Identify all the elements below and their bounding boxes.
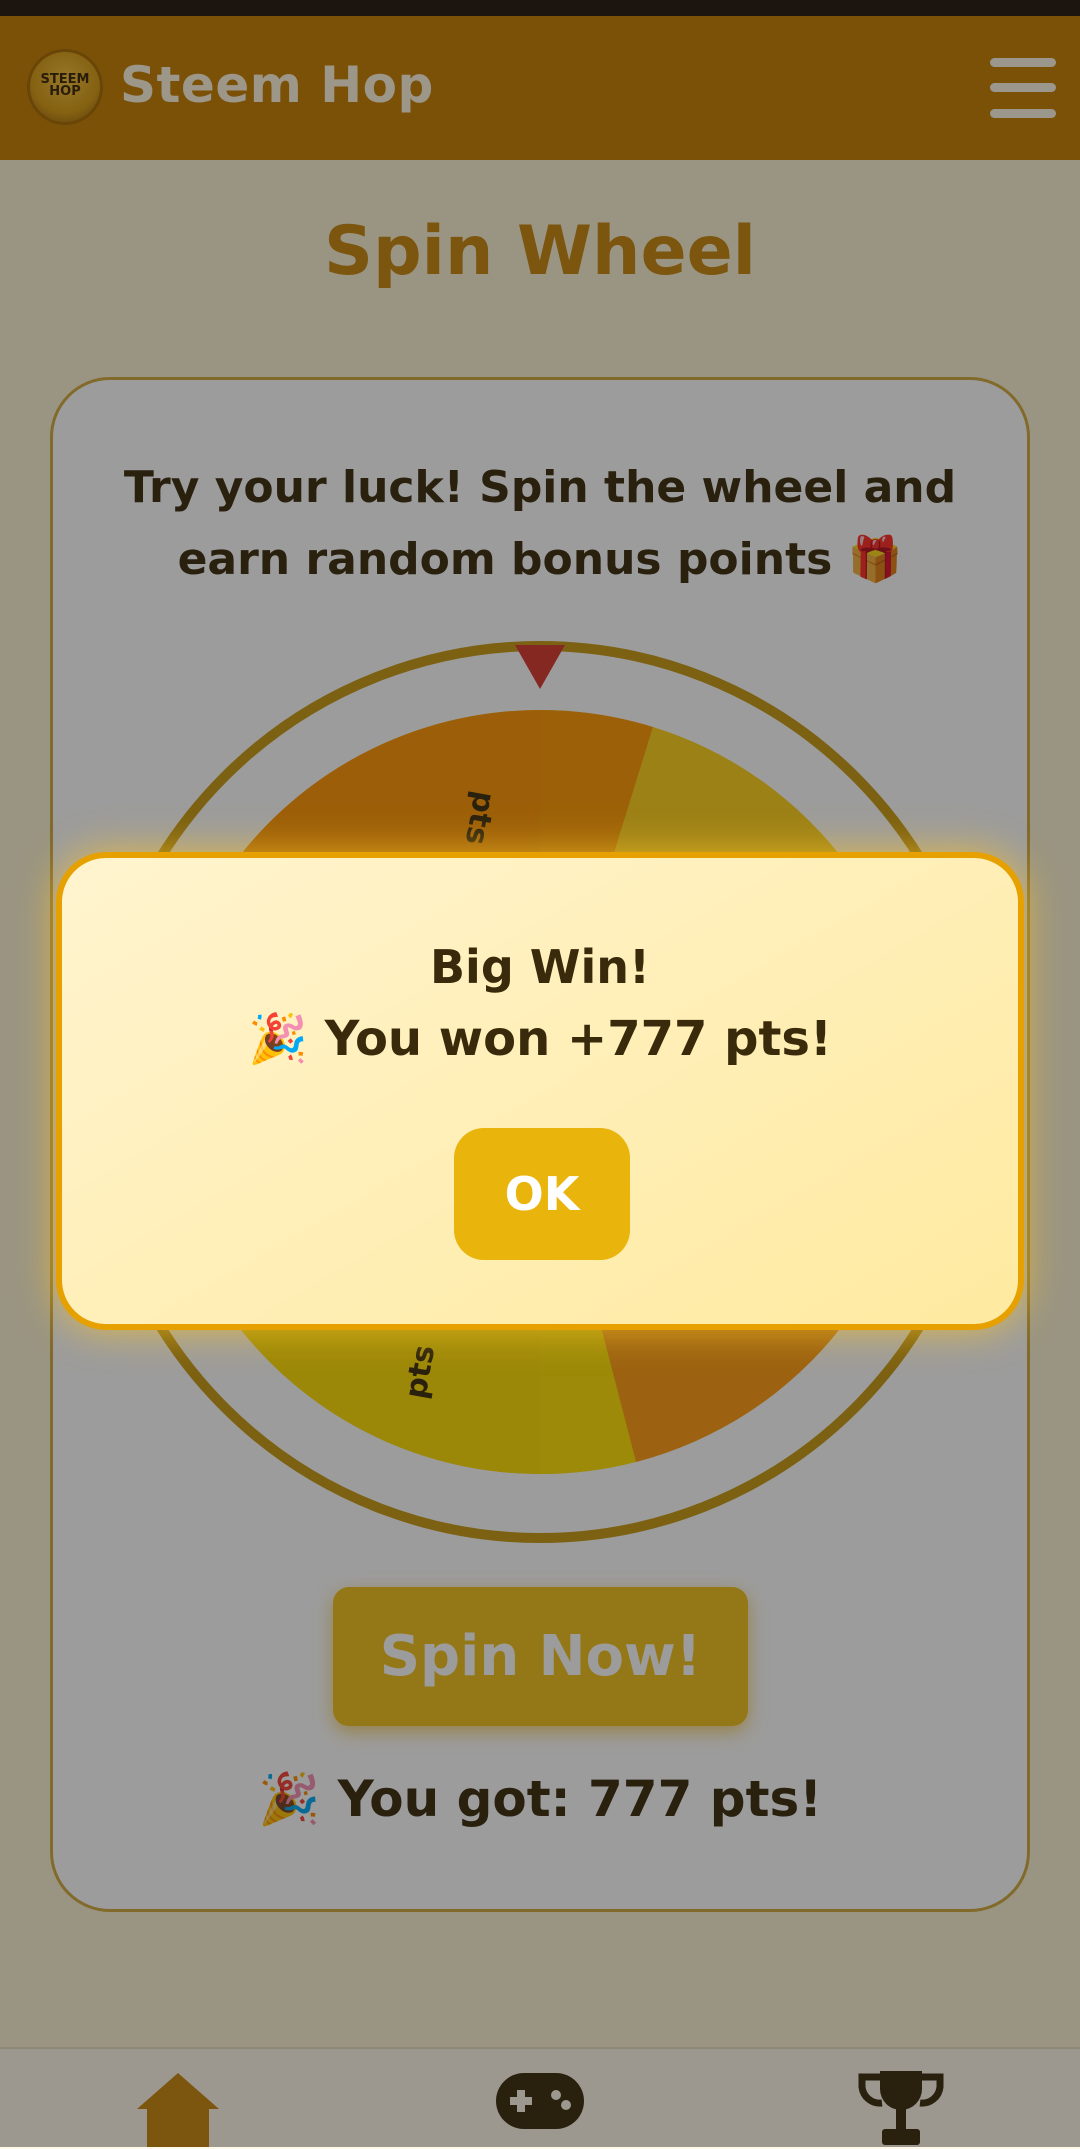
win-dialog: Big Win! 🎉 You won +777 pts! OK [56, 852, 1024, 1330]
dialog-title: Big Win! [429, 940, 650, 994]
ok-button[interactable]: OK [454, 1128, 630, 1260]
dialog-message: 🎉 You won +777 pts! [248, 1011, 832, 1067]
